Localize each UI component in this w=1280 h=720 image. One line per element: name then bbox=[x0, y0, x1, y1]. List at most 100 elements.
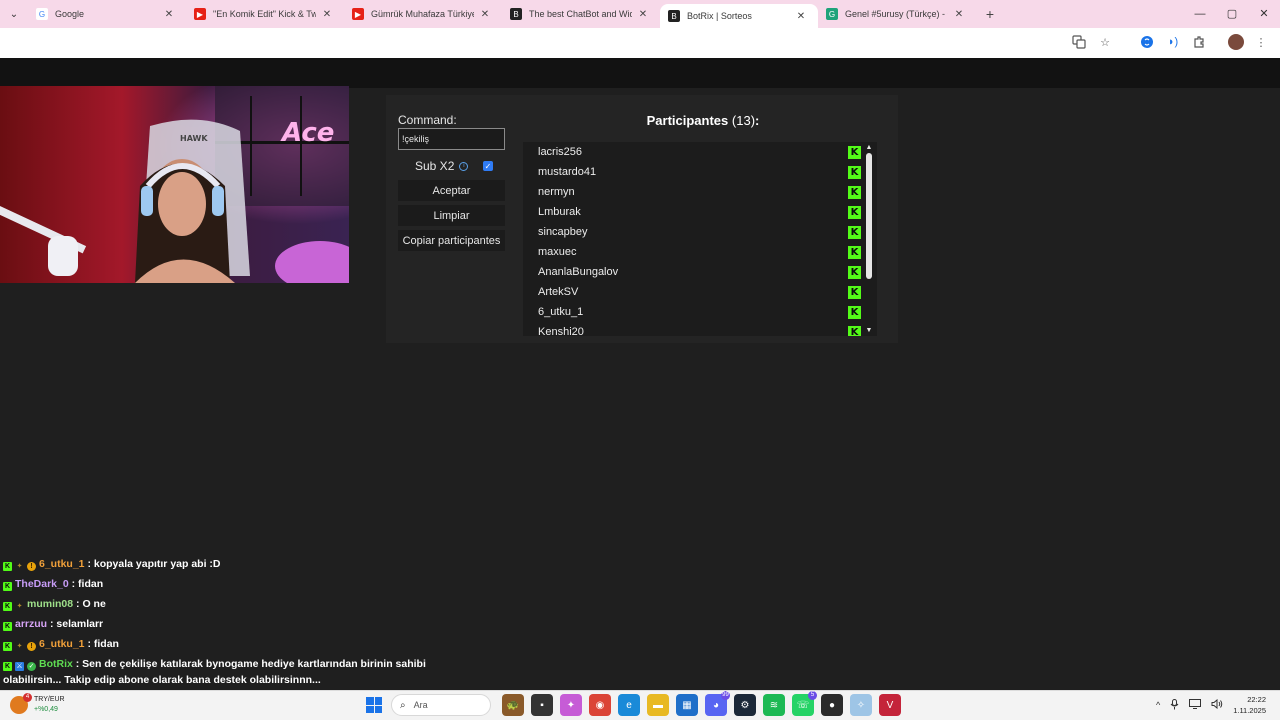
chat-badge-kick-icon: K bbox=[3, 602, 12, 611]
minimize-button[interactable]: — bbox=[1184, 0, 1216, 28]
chat-username[interactable]: BotRix bbox=[39, 658, 73, 670]
file-explorer-icon[interactable]: ▬ bbox=[647, 694, 669, 716]
translate-icon[interactable] bbox=[1070, 33, 1088, 51]
tray-chevron-icon[interactable]: ^ bbox=[1156, 700, 1160, 710]
kick-logo-icon: K bbox=[848, 325, 861, 336]
maximize-button[interactable]: ▢ bbox=[1216, 0, 1248, 28]
participant-row: AnanlaBungalov K bbox=[523, 262, 877, 282]
tab-close-icon[interactable]: ✕ bbox=[162, 9, 176, 20]
display-icon[interactable] bbox=[1189, 699, 1202, 711]
copilot-icon[interactable]: ✦ bbox=[560, 694, 582, 716]
chat-username[interactable]: 6_utku_1 bbox=[39, 638, 85, 650]
participant-name: lacris256 bbox=[538, 146, 583, 158]
microphone-icon[interactable] bbox=[1170, 698, 1179, 712]
participant-row: sincapbey K bbox=[523, 222, 877, 242]
tab-favicon-icon: G bbox=[36, 8, 48, 20]
vivaldi-icon[interactable]: V bbox=[879, 694, 901, 716]
store-icon[interactable]: ▦ bbox=[676, 694, 698, 716]
browser-tab[interactable]: ▶ Gümrük Muhafaza Türkiye 16. B ✕ bbox=[344, 0, 502, 28]
edge-icon[interactable]: e bbox=[618, 694, 640, 716]
more-icon[interactable]: ⋮ bbox=[1252, 33, 1270, 51]
chat-text: : fidan bbox=[71, 578, 104, 590]
participant-name: ArtekSV bbox=[538, 286, 579, 298]
spotify-icon[interactable]: ≋ bbox=[763, 694, 785, 716]
windows-taskbar: 4 TRY/EUR +%0,49 ⌕ Ara 🐢 ▪ ✦ ◉ e ▬ ▦ ◕ 99 ⚙ ≋ ☏ 5 ● ✧ V… bbox=[0, 690, 1280, 720]
tab-title: Genel #5urusy (Türkçe) - Gartic bbox=[845, 9, 948, 19]
chat-message: K ✦ mumin08 : O ne bbox=[3, 594, 443, 614]
widgets-button[interactable]: 4 TRY/EUR +%0,49 bbox=[10, 693, 65, 715]
chat-username[interactable]: TheDark_0 bbox=[15, 578, 69, 590]
obs-icon[interactable]: ● bbox=[821, 694, 843, 716]
browser-tab[interactable]: B BotRix | Sorteos ✕ bbox=[660, 4, 818, 28]
scroll-down-arrow[interactable]: ▼ bbox=[861, 327, 877, 334]
star-icon[interactable]: ☆ bbox=[1096, 33, 1114, 51]
browser-tab[interactable]: ▶ "En Komik Edit" Kick & Twitch Hi ✕ bbox=[186, 0, 344, 28]
taskbar-search[interactable]: ⌕ Ara bbox=[391, 694, 491, 716]
tab-close-icon[interactable]: ✕ bbox=[478, 9, 492, 20]
participants-scrollbar[interactable]: ▲ ▼ bbox=[861, 142, 877, 336]
search-placeholder: Ara bbox=[413, 700, 428, 710]
browser-tab[interactable]: G Genel #5urusy (Türkçe) - Gartic ✕ bbox=[818, 0, 976, 28]
tab-title: BotRix | Sorteos bbox=[687, 11, 752, 21]
ticker-label: TRY/EUR bbox=[34, 696, 65, 703]
discord-icon[interactable]: ◕ 99 bbox=[705, 691, 730, 716]
participant-row: Kenshi20 K bbox=[523, 322, 877, 336]
chat-username[interactable]: mumin08 bbox=[27, 598, 73, 610]
spotify-glyph: ≋ bbox=[769, 699, 779, 711]
participant-row: mustardo41 K bbox=[523, 162, 877, 182]
audio-icon[interactable]: ◗) bbox=[1164, 33, 1182, 51]
network-app-icon[interactable]: ✧ bbox=[850, 694, 872, 716]
chat-message: K ✦! 6_utku_1 : kopyala yapıtır yap abi :D bbox=[3, 554, 443, 574]
info-icon[interactable]: i bbox=[459, 161, 469, 171]
whatsapp-notification-badge: 5 bbox=[808, 691, 817, 700]
chat-username[interactable]: 6_utku_1 bbox=[39, 558, 85, 570]
tab-search-button[interactable]: ⌄ bbox=[0, 0, 28, 28]
participants-list[interactable]: lacris256 Kmustardo41 Knermyn K Lmburak Ksinc… bbox=[523, 142, 877, 336]
tab-close-icon[interactable]: ✕ bbox=[952, 9, 966, 20]
fauna-widget-icon[interactable]: 🐢 bbox=[502, 694, 524, 716]
chrome-icon[interactable]: ◉ bbox=[589, 694, 611, 716]
shazam-icon[interactable] bbox=[1138, 33, 1156, 51]
steam-icon[interactable]: ⚙ bbox=[734, 694, 756, 716]
page-content: Ace HAWK Command: !çekiliş Sub X2 i ✓ Ac… bbox=[0, 58, 1280, 690]
chat-text: : kopyala yapıtır yap abi :D bbox=[87, 558, 221, 570]
file-app-icon[interactable]: ▪ bbox=[531, 694, 553, 716]
tab-favicon-icon: B bbox=[668, 10, 680, 22]
chat-message: Karrzuu : selamlarr bbox=[3, 614, 443, 634]
kick-logo-icon: K bbox=[848, 225, 861, 239]
browser-toolbar: ☆ ◗) ⋮ bbox=[0, 28, 1280, 58]
search-icon: ⌕ bbox=[400, 699, 406, 711]
new-tab-button[interactable]: + bbox=[976, 6, 1004, 22]
close-window-button[interactable]: ✕ bbox=[1248, 0, 1280, 28]
pinned-apps: 🐢 ▪ ✦ ◉ e ▬ ▦ ◕ 99 ⚙ ≋ ☏ 5 ● ✧ V bbox=[502, 691, 901, 716]
start-button[interactable] bbox=[364, 695, 384, 715]
window-controls: — ▢ ✕ bbox=[1184, 0, 1280, 28]
participant-row: lacris256 K bbox=[523, 142, 877, 162]
clear-button[interactable]: Limpiar bbox=[398, 205, 505, 226]
chat-username[interactable]: arrzuu bbox=[15, 618, 47, 630]
scroll-up-arrow[interactable]: ▲ bbox=[861, 144, 877, 151]
clock[interactable]: 22:22 1.11.2025 bbox=[1233, 694, 1266, 716]
file-explorer-glyph: ▬ bbox=[653, 699, 663, 711]
copy-participants-button[interactable]: Copiar participantes bbox=[398, 230, 505, 251]
volume-icon[interactable] bbox=[1211, 698, 1223, 711]
whatsapp-icon[interactable]: ☏ 5 bbox=[792, 691, 817, 716]
sub-x2-checkbox[interactable]: ✓ bbox=[483, 161, 493, 171]
sub-x2-row: Sub X2 i ✓ bbox=[398, 157, 505, 175]
profile-avatar[interactable] bbox=[1228, 34, 1244, 50]
extensions-icon[interactable] bbox=[1190, 33, 1208, 51]
browser-tab[interactable]: B The best ChatBot and Widgets ✕ bbox=[502, 0, 660, 28]
participant-row: nermyn K bbox=[523, 182, 877, 202]
chat-badge-kick-icon: K bbox=[3, 642, 12, 651]
command-input[interactable]: !çekiliş bbox=[398, 128, 505, 150]
tab-close-icon[interactable]: ✕ bbox=[794, 11, 808, 22]
scroll-thumb[interactable] bbox=[866, 153, 872, 279]
tab-close-icon[interactable]: ✕ bbox=[636, 9, 650, 20]
accept-button[interactable]: Aceptar bbox=[398, 180, 505, 201]
chat-badge-star-icon: ✦ bbox=[16, 643, 23, 650]
browser-tab[interactable]: G Google ✕ bbox=[28, 0, 186, 28]
participant-name: mustardo41 bbox=[538, 166, 597, 178]
tab-close-icon[interactable]: ✕ bbox=[320, 9, 334, 20]
clock-date: 1.11.2025 bbox=[1233, 706, 1266, 715]
chat-overlay: K ✦! 6_utku_1 : kopyala yapıtır yap abi :D… bbox=[3, 554, 443, 688]
